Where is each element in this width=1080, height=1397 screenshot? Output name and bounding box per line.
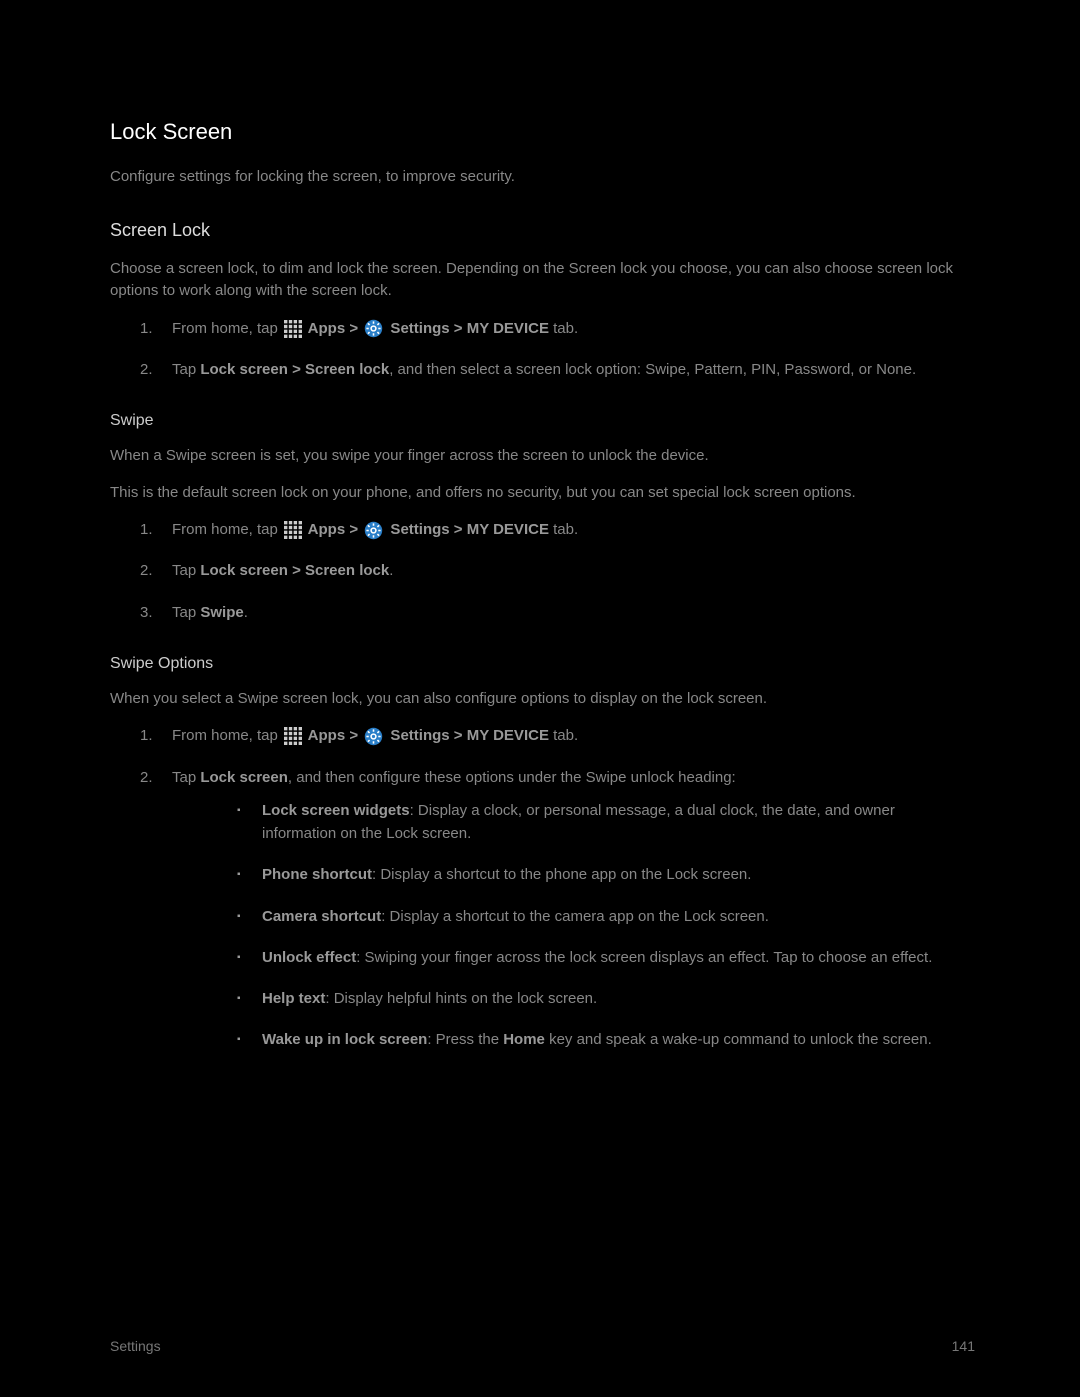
gear-icon <box>364 521 383 540</box>
heading-screen-lock: Screen Lock <box>110 217 970 244</box>
page-title: Lock Screen <box>110 115 970 148</box>
path-text: Lock screen > Screen lock <box>200 562 389 579</box>
settings-label: Settings > MY DEVICE <box>386 727 549 744</box>
list-item: Unlock effect: Swiping your finger acros… <box>172 946 970 969</box>
steps-screen-lock: From home, tap Apps > Settings > MY DEVI… <box>110 317 970 382</box>
option-label: Camera shortcut <box>262 908 381 925</box>
screen-lock-desc: Choose a screen lock, to dim and lock th… <box>110 258 970 303</box>
step-item: Tap Lock screen, and then configure thes… <box>110 766 970 1052</box>
list-item: Wake up in lock screen: Press the Home k… <box>172 1028 970 1051</box>
page-footer: Settings 141 <box>110 1336 975 1357</box>
step-item: Tap Swipe. <box>110 601 970 624</box>
path-text: Lock screen > Screen lock <box>200 361 389 378</box>
step-text: Tap <box>172 562 200 579</box>
swipe-opts-desc: When you select a Swipe screen lock, you… <box>110 688 970 711</box>
settings-label: Settings > MY DEVICE <box>386 521 549 538</box>
step-text: Tap <box>172 604 200 621</box>
apps-label: Apps > <box>304 521 362 538</box>
steps-swipe-options: From home, tap Apps > Settings > MY DEVI… <box>110 724 970 1051</box>
step-text: From home, tap <box>172 521 282 538</box>
settings-label: Settings > MY DEVICE <box>386 320 549 337</box>
steps-swipe: From home, tap Apps > Settings > MY DEVI… <box>110 518 970 624</box>
gear-icon <box>364 727 383 746</box>
options-list: Lock screen widgets: Display a clock, or… <box>172 799 970 1052</box>
step-item: From home, tap Apps > Settings > MY DEVI… <box>110 518 970 541</box>
step-text: , and then configure these options under… <box>288 769 736 786</box>
home-key: Home <box>503 1031 545 1048</box>
step-item: From home, tap Apps > Settings > MY DEVI… <box>110 317 970 340</box>
step-text: Tap <box>172 361 200 378</box>
step-text: From home, tap <box>172 320 282 337</box>
path-text: Lock screen <box>200 769 288 786</box>
list-item: Camera shortcut: Display a shortcut to t… <box>172 905 970 928</box>
step-text: . <box>244 604 248 621</box>
tab-suffix: tab. <box>549 727 578 744</box>
option-text: key and speak a wake-up command to unloc… <box>545 1031 932 1048</box>
list-item: Phone shortcut: Display a shortcut to th… <box>172 863 970 886</box>
heading-swipe: Swipe <box>110 409 970 433</box>
option-label: Lock screen widgets <box>262 802 410 819</box>
option-text: : Display a shortcut to the phone app on… <box>372 866 751 883</box>
step-text: . <box>389 562 393 579</box>
apps-label: Apps > <box>304 727 362 744</box>
step-item: From home, tap Apps > Settings > MY DEVI… <box>110 724 970 747</box>
step-text: Tap <box>172 769 200 786</box>
footer-page-number: 141 <box>952 1336 975 1357</box>
intro-text: Configure settings for locking the scree… <box>110 166 970 189</box>
apps-label: Apps > <box>304 320 362 337</box>
heading-swipe-options: Swipe Options <box>110 652 970 676</box>
apps-grid-icon <box>284 521 302 539</box>
step-item: Tap Lock screen > Screen lock. <box>110 559 970 582</box>
gear-icon <box>364 319 383 338</box>
swipe-desc-1: When a Swipe screen is set, you swipe yo… <box>110 445 970 468</box>
option-text: : Swiping your finger across the lock sc… <box>356 949 932 966</box>
step-text: , and then select a screen lock option: … <box>389 361 916 378</box>
swipe-desc-2: This is the default screen lock on your … <box>110 482 970 505</box>
step-item: Tap Lock screen > Screen lock, and then … <box>110 358 970 381</box>
option-text: : Press the <box>427 1031 503 1048</box>
option-text: : Display a shortcut to the camera app o… <box>381 908 769 925</box>
option-text: : Display helpful hints on the lock scre… <box>325 990 597 1007</box>
option-label: Unlock effect <box>262 949 356 966</box>
option-label: Help text <box>262 990 325 1007</box>
option-label: Wake up in lock screen <box>262 1031 427 1048</box>
apps-grid-icon <box>284 727 302 745</box>
list-item: Help text: Display helpful hints on the … <box>172 987 970 1010</box>
option-label: Phone shortcut <box>262 866 372 883</box>
footer-section: Settings <box>110 1336 161 1357</box>
step-text: From home, tap <box>172 727 282 744</box>
tab-suffix: tab. <box>549 320 578 337</box>
list-item: Lock screen widgets: Display a clock, or… <box>172 799 970 846</box>
apps-grid-icon <box>284 320 302 338</box>
tab-suffix: tab. <box>549 521 578 538</box>
swipe-label: Swipe <box>200 604 243 621</box>
